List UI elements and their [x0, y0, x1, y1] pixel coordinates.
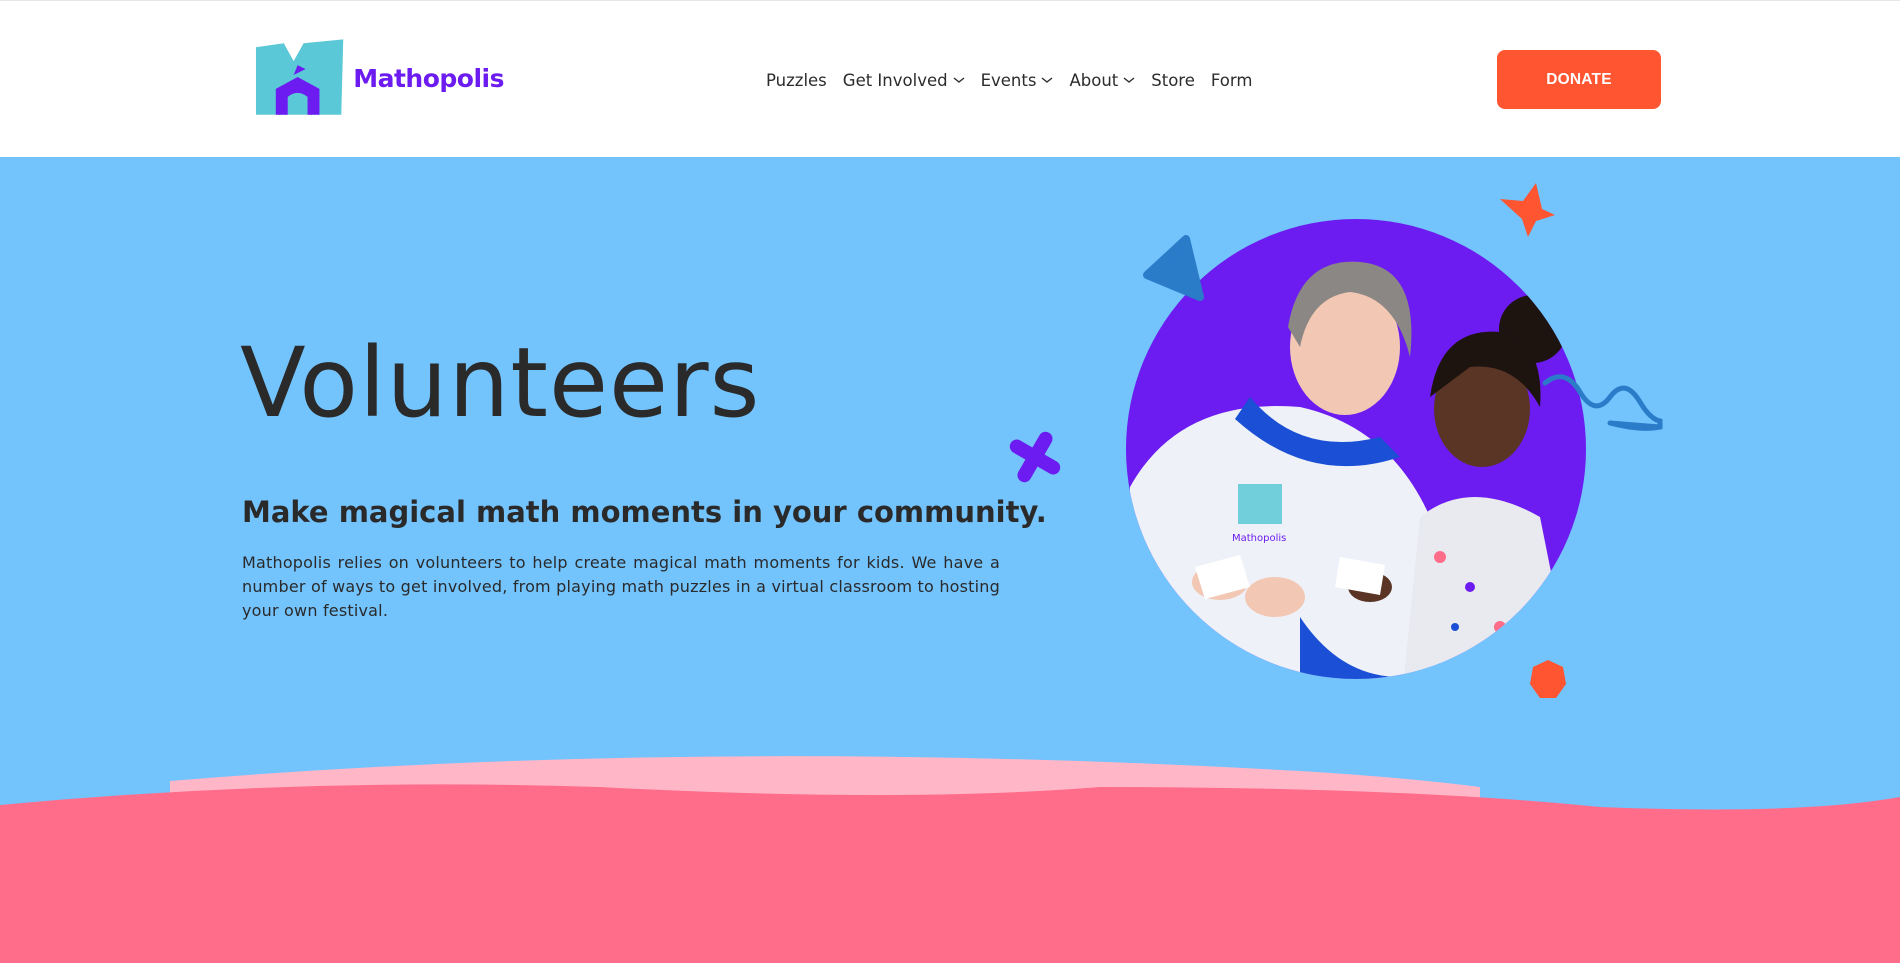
hero-photo-circle [1126, 219, 1586, 679]
volunteer-photo: Mathopolis [1126, 261, 1580, 679]
hero-subtitle: Make magical math moments in your commun… [242, 495, 1047, 529]
nav-item-label: Puzzles [766, 70, 827, 90]
chevron-down-icon [1042, 77, 1053, 83]
site-header: Mathopolis Puzzles Get Involved Events A… [0, 0, 1900, 157]
hexagon-shape [1530, 660, 1566, 698]
shirt-logo-text: Mathopolis [1232, 533, 1286, 544]
nav-item-label: About [1069, 70, 1119, 90]
squiggle-shape [1542, 374, 1663, 431]
nav-item-label: Form [1210, 70, 1253, 90]
triangle-shape [1143, 235, 1204, 301]
nav-item-puzzles[interactable]: Puzzles [766, 71, 827, 90]
donate-button[interactable]: DONATE [1497, 50, 1661, 109]
logo-text: Mathopolis [353, 63, 504, 93]
nav-item-events[interactable]: Events [981, 71, 1054, 90]
hero-description: Mathopolis relies on volunteers to help … [242, 553, 1000, 620]
mathopolis-logo-icon [255, 39, 344, 115]
plus-shape [1009, 431, 1061, 483]
nav-item-get-involved[interactable]: Get Involved [843, 71, 965, 90]
nav-item-label: Get Involved [842, 70, 948, 90]
main-nav: Puzzles Get Involved Events About Store … [758, 65, 1260, 95]
site-logo[interactable]: Mathopolis [254, 38, 504, 118]
wave-divider [0, 756, 1900, 963]
chevron-down-icon [1123, 77, 1135, 83]
nav-item-about[interactable]: About [1069, 71, 1135, 90]
page-title: Volunteers [240, 327, 761, 439]
chevron-down-icon [953, 77, 965, 83]
nav-item-label: Events [980, 70, 1037, 90]
hero-section: Volunteers Make magical math moments in … [0, 157, 1900, 963]
nav-item-label: Store [1151, 70, 1195, 90]
nav-item-store[interactable]: Store [1151, 71, 1195, 90]
star-shape [1500, 183, 1555, 237]
nav-item-form[interactable]: Form [1211, 71, 1253, 90]
